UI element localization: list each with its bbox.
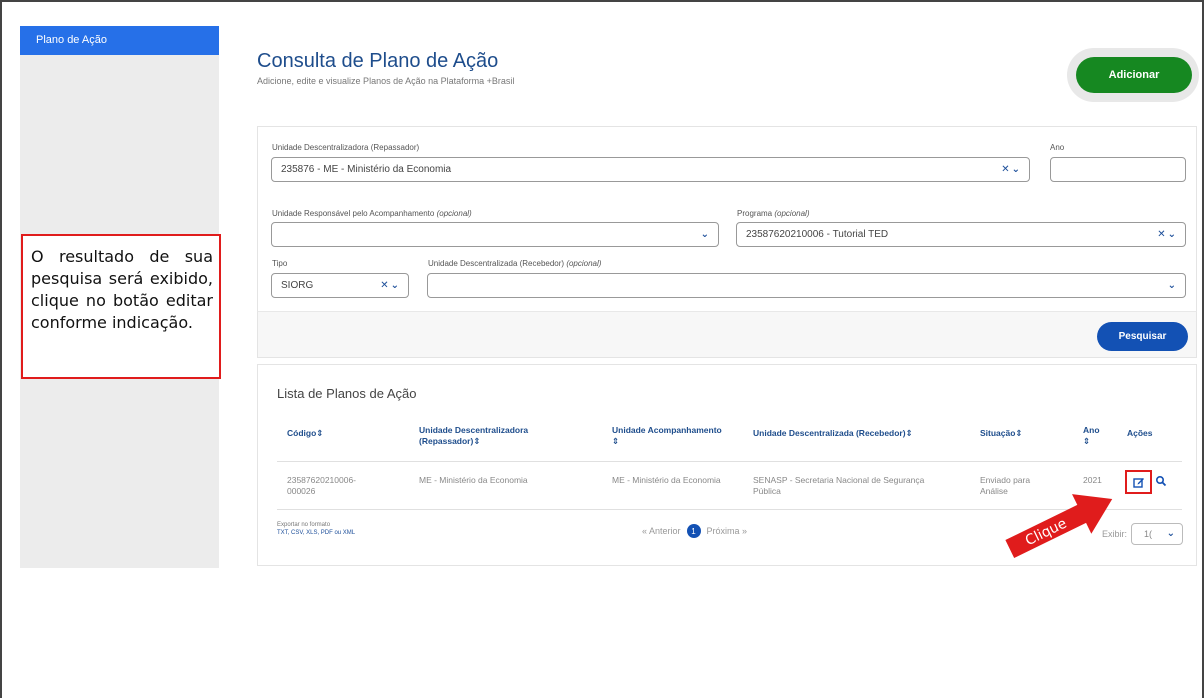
unidade-recebedor-label: Unidade Descentralizada (Recebedor) (opc…: [428, 259, 601, 268]
unidade-recebedor-label-text: Unidade Descentralizada (Recebedor): [428, 259, 565, 268]
column-label: (Repassador)⇕: [419, 436, 481, 446]
filter-footer: [257, 311, 1197, 358]
column-unidade-recebedor[interactable]: Unidade Descentralizada (Recebedor)⇕: [753, 428, 913, 439]
chevron-down-icon[interactable]: ⌄: [1168, 280, 1178, 291]
programa-select[interactable]: 23587620210006 - Tutorial TED ✕⌄: [736, 222, 1186, 247]
page-title: Consulta de Plano de Ação: [257, 50, 499, 72]
optional-tag: (opcional): [436, 209, 472, 218]
unidade-recebedor-select[interactable]: ⌄: [427, 273, 1186, 298]
page-size-select[interactable]: 1( ⌄: [1131, 523, 1183, 545]
column-label: Unidade Acompanhamento: [612, 425, 722, 435]
pagination: « Anterior 1 Próxima »: [642, 524, 747, 538]
column-label: ⇕: [1083, 436, 1091, 446]
unidade-descentralizadora-value: 235876 - ME - Ministério da Economia: [281, 164, 452, 175]
search-icon[interactable]: [1155, 474, 1167, 492]
results-title: Lista de Planos de Ação: [277, 386, 417, 401]
column-label: Unidade Descentralizadora: [419, 425, 529, 435]
cell-line: Enviado para: [980, 475, 1031, 485]
tipo-value: SIORG: [281, 280, 314, 291]
add-button[interactable]: Adicionar: [1076, 57, 1192, 93]
page-subtitle: Adicione, edite e visualize Planos de Aç…: [257, 76, 515, 86]
optional-tag: (opcional): [566, 259, 602, 268]
page-number-current[interactable]: 1: [686, 524, 701, 538]
cell-unidade-descentralizadora: ME - Ministério da Economia: [419, 475, 528, 485]
prev-page-link[interactable]: « Anterior: [642, 526, 681, 536]
clique-arrow-annotation: Clique: [1005, 494, 1113, 558]
cell-line: 000026: [287, 486, 316, 496]
chevron-down-icon[interactable]: ⌄: [701, 229, 711, 240]
ano-label: Ano: [1050, 143, 1065, 152]
programa-label: Programa (opcional): [737, 209, 810, 218]
sidebar-item-plano-de-acao[interactable]: Plano de Ação: [20, 26, 219, 55]
ano-input[interactable]: [1050, 157, 1186, 182]
unidade-responsavel-label: Unidade Responsável pelo Acompanhamento …: [272, 209, 472, 218]
cell-codigo: 23587620210006- 000026: [287, 475, 356, 497]
column-label: ⇕: [612, 436, 620, 446]
column-label: Ano: [1083, 425, 1100, 435]
column-unidade-acompanhamento[interactable]: Unidade Acompanhamento ⇕: [612, 425, 722, 447]
column-unidade-descentralizadora[interactable]: Unidade Descentralizadora (Repassador)⇕: [419, 425, 528, 447]
unidade-descentralizadora-select[interactable]: 235876 - ME - Ministério da Economia ✕⌄: [271, 157, 1030, 182]
clear-chevron-icon[interactable]: ✕⌄: [1001, 164, 1022, 175]
unidade-responsavel-select[interactable]: ⌄: [271, 222, 719, 247]
next-page-link[interactable]: Próxima »: [707, 526, 748, 536]
chevron-down-icon: ⌄: [1166, 528, 1177, 539]
cell-ano: 2021: [1083, 475, 1102, 485]
column-situacao[interactable]: Situação⇕: [980, 428, 1023, 439]
page-size-value: 1(: [1144, 529, 1153, 539]
column-codigo[interactable]: Código⇕: [287, 428, 323, 439]
programa-value: 23587620210006 - Tutorial TED: [746, 229, 889, 240]
column-acoes: Ações: [1127, 428, 1153, 438]
tipo-select[interactable]: SIORG ✕⌄: [271, 273, 409, 298]
table-divider: [277, 461, 1182, 462]
export-links[interactable]: TXT, CSV, XLS, PDF ou XML: [277, 530, 355, 536]
cell-line: Pública: [753, 486, 781, 496]
instruction-callout: O resultado de sua pesquisa será exibido…: [21, 234, 221, 379]
search-button[interactable]: Pesquisar: [1097, 322, 1188, 351]
export-label: Exportar no formato: [277, 522, 331, 528]
tipo-label: Tipo: [272, 259, 288, 268]
unidade-responsavel-label-text: Unidade Responsável pelo Acompanhamento: [272, 209, 435, 218]
edit-icon[interactable]: [1125, 470, 1152, 494]
optional-tag: (opcional): [774, 209, 810, 218]
column-ano[interactable]: Ano ⇕: [1083, 425, 1100, 447]
cell-line: 23587620210006-: [287, 475, 357, 485]
unidade-descentralizadora-label: Unidade Descentralizadora (Repassador): [272, 143, 420, 152]
cell-unidade-acompanhamento: ME - Ministério da Economia: [612, 475, 721, 485]
cell-unidade-recebedor: SENASP - Secretaria Nacional de Seguranç…: [753, 475, 924, 497]
cell-line: SENASP - Secretaria Nacional de Seguranç…: [753, 475, 925, 485]
programa-label-text: Programa: [737, 209, 773, 218]
clear-chevron-icon[interactable]: ✕⌄: [1157, 229, 1178, 240]
clear-chevron-icon[interactable]: ✕⌄: [380, 280, 401, 291]
